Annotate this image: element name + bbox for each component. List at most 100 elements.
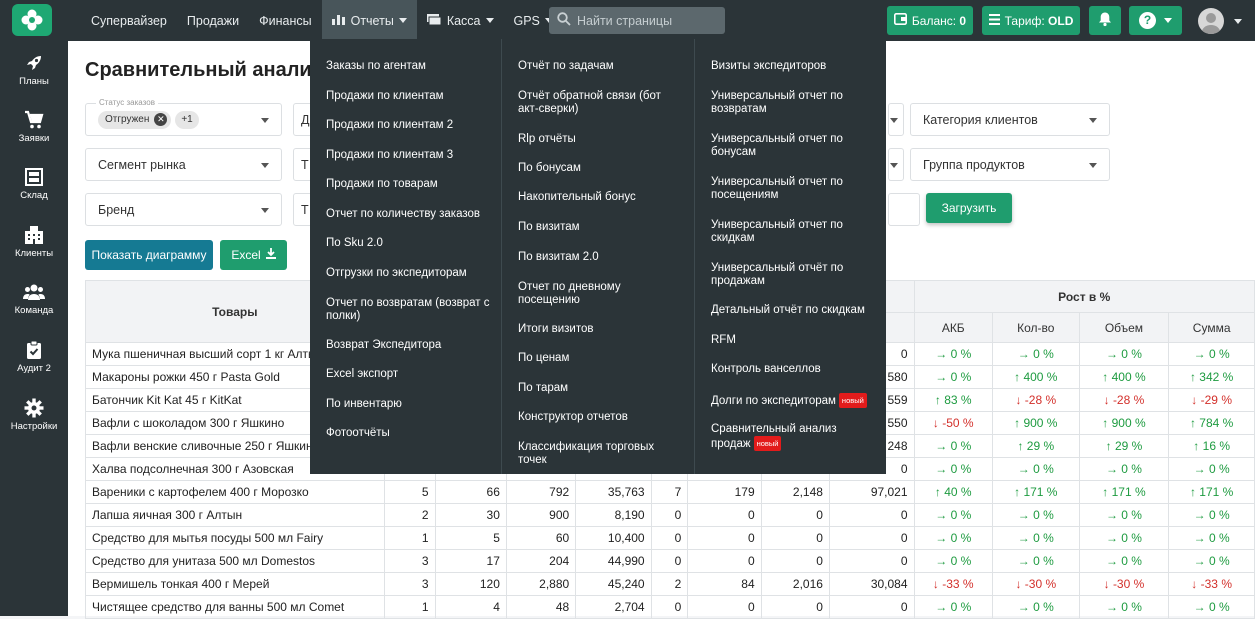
nav-reports[interactable]: Отчеты xyxy=(321,0,417,41)
report-menu-item[interactable]: Отчёт обратной связи (бот акт-сверки) xyxy=(518,90,668,116)
date-input[interactable] xyxy=(888,193,920,226)
new-badge: новый xyxy=(753,436,782,451)
excel-button[interactable]: Excel xyxy=(220,240,287,270)
market-segment-select[interactable]: Сегмент рынка xyxy=(85,148,282,181)
help-button[interactable]: ? xyxy=(1129,6,1182,35)
sidebar-item-orders[interactable]: Заявки xyxy=(0,110,68,144)
report-menu-item[interactable]: Отгрузки по экспедиторам xyxy=(326,267,491,280)
notifications-button[interactable] xyxy=(1089,6,1121,35)
report-menu-item[interactable]: Универсальный отчет по скидкам xyxy=(711,219,871,245)
balance-button[interactable]: Баланс: 0 xyxy=(887,6,973,35)
report-menu-item[interactable]: По бонусам xyxy=(518,162,668,175)
sidebar-item-warehouse[interactable]: Склад xyxy=(0,167,68,201)
avatar[interactable] xyxy=(1198,8,1224,34)
client-category-select[interactable]: Категория клиентов xyxy=(910,103,1110,136)
caret-down-icon xyxy=(398,18,407,23)
report-menu-item[interactable]: По тарам xyxy=(518,382,668,395)
report-menu-item[interactable]: Итоги визитов xyxy=(518,323,668,336)
growth-cell: → 0 % xyxy=(991,595,1080,619)
report-menu-item[interactable]: Фотоотчёты xyxy=(326,427,491,440)
filter-select-hidden-1[interactable] xyxy=(888,103,904,136)
profile-caret-icon[interactable] xyxy=(1234,19,1242,24)
report-menu-item[interactable]: Накопительный бонус xyxy=(518,191,668,204)
sidebar-item-settings[interactable]: Настройки xyxy=(0,398,68,432)
report-menu-item[interactable]: Универсальный отчет по бонусам xyxy=(711,133,871,159)
growth-cell: ↑ 900 % xyxy=(991,411,1080,435)
nav-finance[interactable]: Финансы xyxy=(249,0,321,41)
arrow-flat-icon: → xyxy=(1193,531,1206,545)
close-icon[interactable]: ✕ xyxy=(154,113,168,126)
cell-c2: 30 xyxy=(434,503,507,527)
report-menu-item[interactable]: Конструктор отчетов xyxy=(518,411,668,424)
load-button[interactable]: Загрузить xyxy=(926,193,1012,223)
brand-select[interactable]: Бренд xyxy=(85,193,282,226)
report-menu-item[interactable]: Долги по экспедиторам новый xyxy=(711,393,871,408)
report-menu-item[interactable]: Детальный отчёт по скидкам xyxy=(711,304,871,317)
page-search[interactable] xyxy=(549,7,725,34)
sidebar-item-audit[interactable]: Аудит 2 xyxy=(0,340,68,374)
growth-col-akb[interactable]: АКБ xyxy=(913,312,993,343)
report-menu-item[interactable]: Продажи по клиентам xyxy=(326,90,491,103)
report-menu-item[interactable]: Отчет по дневному посещению xyxy=(518,281,668,307)
report-menu-item[interactable]: По визитам xyxy=(518,221,668,234)
report-menu-item[interactable]: Возврат Экспедитора xyxy=(326,339,491,352)
report-menu-item[interactable]: Сравнительный анализ продаж новый xyxy=(711,423,871,451)
arrow-flat-icon: → xyxy=(935,370,948,384)
report-menu-item[interactable]: Классификация торговых точек xyxy=(518,441,668,467)
cell-c6: 0 xyxy=(687,526,762,550)
growth-col-sum[interactable]: Сумма xyxy=(1168,312,1255,343)
report-menu-item[interactable]: Отчет по возвратам (возврат с полки) xyxy=(326,297,491,323)
report-menu-item[interactable]: Продажи по товарам xyxy=(326,178,491,191)
cell-c7: 0 xyxy=(760,526,830,550)
sidebar-item-team[interactable]: Команда xyxy=(0,282,68,316)
sidebar-item-clients[interactable]: Клиенты xyxy=(0,225,68,259)
users-icon xyxy=(23,284,45,300)
nav-supervisor[interactable]: Супервайзер xyxy=(81,0,177,41)
growth-col-qty[interactable]: Кол-во xyxy=(991,312,1080,343)
report-menu-item[interactable]: RFM xyxy=(711,334,871,347)
report-menu-item[interactable]: Excel экспорт xyxy=(326,368,491,381)
arrow-up-icon: ↑ xyxy=(1105,439,1112,453)
growth-cell: → 0 % xyxy=(913,342,993,366)
report-menu-item[interactable]: По визитам 2.0 xyxy=(518,251,668,264)
growth-cell: ↓ -33 % xyxy=(913,572,993,596)
report-menu-item[interactable]: Продажи по клиентам 3 xyxy=(326,149,491,162)
growth-cell: ↑ 29 % xyxy=(991,434,1080,458)
arrow-flat-icon: → xyxy=(1017,531,1030,545)
arrow-up-icon: ↑ xyxy=(934,485,941,499)
report-menu-item[interactable]: Заказы по агентам xyxy=(326,60,491,73)
cell-c8: 0 xyxy=(828,595,915,619)
report-menu-item[interactable]: Отчёт по задачам xyxy=(518,60,668,73)
report-menu-item[interactable]: Универсальный отчет по возвратам xyxy=(711,90,871,116)
report-menu-item[interactable]: По Sku 2.0 xyxy=(326,237,491,250)
report-menu-item[interactable]: Rlp отчёты xyxy=(518,133,668,146)
show-diagram-button[interactable]: Показать диаграмму xyxy=(85,240,213,270)
sidebar-item-plans[interactable]: Планы xyxy=(0,53,68,87)
cell-c3: 2,880 xyxy=(505,572,577,596)
nav-cashbox[interactable]: Касса xyxy=(417,0,504,41)
report-menu-item[interactable]: Универсальный отчёт по продажам xyxy=(711,262,871,288)
tariff-button[interactable]: Тариф: OLD xyxy=(982,6,1080,35)
reports-dropdown-menu: Заказы по агентам Продажи по клиентам Прод… xyxy=(310,39,886,474)
caret-down-icon xyxy=(485,18,494,23)
report-menu-item[interactable]: Контроль ванселлов xyxy=(711,363,871,376)
report-menu-item[interactable]: Универсальный отчет по посещениям xyxy=(711,176,871,202)
report-menu-item[interactable]: Визиты экспедиторов xyxy=(711,60,871,73)
product-name: Вермишель тонкая 400 г Мерей xyxy=(85,572,385,596)
rocket-icon xyxy=(27,56,41,70)
nav-sales[interactable]: Продажи xyxy=(177,0,249,41)
search-input[interactable] xyxy=(577,13,717,28)
report-menu-item[interactable]: Отчет по количеству заказов xyxy=(326,208,491,221)
filter-select-hidden-2[interactable] xyxy=(888,148,904,181)
product-group-select[interactable]: Группа продуктов xyxy=(910,148,1110,181)
report-menu-item[interactable]: Продажи по клиентам 2 xyxy=(326,119,491,132)
download-icon xyxy=(265,248,276,262)
product-name: Средство для унитаза 500 мл Domestos xyxy=(85,549,385,573)
logo-icon[interactable] xyxy=(12,4,52,36)
order-status-select[interactable]: Статус заказов Отгружен ✕ +1 xyxy=(85,98,282,136)
growth-cell: ↑ 400 % xyxy=(1078,365,1170,389)
report-menu-item[interactable]: По инвентарю xyxy=(326,398,491,411)
growth-cell: → 0 % xyxy=(913,457,993,481)
growth-col-volume[interactable]: Объем xyxy=(1078,312,1170,343)
report-menu-item[interactable]: По ценам xyxy=(518,352,668,365)
